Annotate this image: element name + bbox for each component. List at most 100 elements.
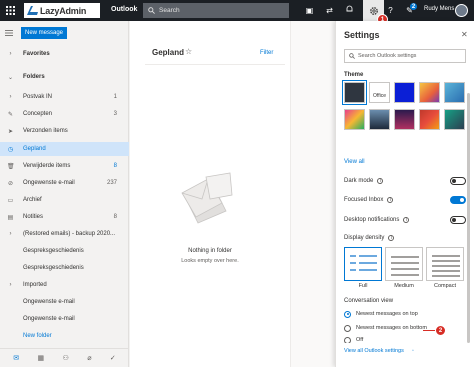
sidebar-item-imported[interactable]: › Imported [0, 279, 129, 291]
logo[interactable]: LazyAdmin [24, 3, 100, 18]
sidebar-item-verzonden[interactable]: ➤ Verzonden items [0, 125, 129, 137]
conversation-option-label: Off [356, 337, 364, 343]
folder-label: (Restored emails) - backup 2020... [23, 231, 116, 237]
calendar-icon[interactable]: ▦ [38, 354, 45, 362]
folder-title: Gepland [152, 48, 185, 57]
focused-inbox-label: Focused Inbox [344, 197, 384, 203]
sidebar-item-postvak-in[interactable]: › Postvak IN 1 [0, 91, 129, 103]
desktop-notifications-toggle[interactable] [450, 216, 466, 224]
user-name[interactable]: Rudy Mens [424, 6, 454, 12]
favorites-label: Favorites [23, 51, 50, 57]
folders-section[interactable]: ⌄ Folders [0, 71, 129, 83]
view-all-outlook-settings-link[interactable]: View all Outlook settings [344, 348, 404, 354]
hamburger-menu-icon[interactable] [5, 29, 13, 37]
theme-rainbow[interactable] [344, 109, 365, 130]
folder-label: Verzonden items [23, 128, 68, 134]
avatar[interactable] [455, 4, 468, 17]
desktop-notifications-label: Desktop notifications [344, 217, 400, 223]
focused-inbox-toggle[interactable] [450, 196, 466, 204]
display-density-label: Display density [344, 235, 385, 241]
send-icon: ➤ [7, 128, 14, 135]
filter-button[interactable]: Filter [260, 50, 273, 56]
sidebar-item-gespreksgeschiedenis-2[interactable]: Gespreksgeschiedenis [0, 262, 129, 274]
conversation-view-label: Conversation view [344, 298, 394, 304]
theme-red[interactable] [419, 109, 440, 130]
top-bar: LazyAdmin Outlook Search ▣ ⇄ 1 ? ✎ 2 Rud… [0, 0, 474, 25]
theme-teal[interactable] [444, 109, 465, 130]
folder-count: 1 [113, 94, 117, 100]
search-input[interactable]: Search [143, 3, 289, 18]
app-launcher-icon[interactable] [0, 0, 21, 21]
new-folder-link[interactable]: New folder [0, 330, 129, 342]
folder-count: 237 [106, 180, 117, 186]
sidebar-item-verwijderde[interactable]: 🗑 Verwijderde items 8 [0, 160, 129, 172]
close-icon[interactable]: ✕ [461, 30, 468, 39]
conversation-option-bottom[interactable]: Newest messages on bottom [344, 323, 466, 333]
view-all-themes-link[interactable]: View all [344, 159, 365, 165]
radio-unselected [344, 324, 351, 332]
theme-dark[interactable] [342, 80, 367, 105]
chevron-right-icon: › [9, 282, 12, 288]
conversation-option-top[interactable]: Newest messages on top [344, 309, 466, 319]
settings-search-placeholder: Search Outlook settings [358, 53, 417, 59]
theme-ocean[interactable] [444, 82, 465, 103]
attachment-icon[interactable]: ⌀ [87, 354, 91, 362]
app-name[interactable]: Outlook [111, 6, 137, 13]
sidebar-item-ongewenste-2[interactable]: Ongewenste e-mail [0, 296, 129, 308]
chevron-down-icon: ⌄ [7, 74, 14, 81]
sidebar-item-restored-emails[interactable]: › (Restored emails) - backup 2020... [0, 228, 129, 240]
density-compact-option[interactable] [426, 247, 464, 281]
conversation-option-off[interactable]: Off [344, 337, 466, 343]
folder-label: Archief [23, 197, 42, 203]
logo-mark-icon [27, 6, 38, 15]
todo-icon[interactable]: ✓ [110, 354, 116, 362]
folder-sidebar: New message › Favorites ⌄ Folders › Post… [0, 21, 129, 367]
theme-office[interactable]: Office [369, 82, 390, 103]
info-icon[interactable]: i [403, 217, 410, 223]
people-icon[interactable]: ⚇ [63, 354, 69, 362]
meet-now-icon[interactable]: ▣ [304, 5, 315, 16]
teams-icon[interactable]: ⇄ [324, 5, 335, 16]
settings-external-icon: ▫ [412, 348, 414, 354]
folder-label: Gepland [23, 146, 46, 152]
info-icon[interactable]: i [388, 235, 395, 241]
theme-blue[interactable] [394, 82, 415, 103]
empty-subtitle: Looks empty over here. [181, 258, 239, 264]
theme-mountain[interactable] [369, 109, 390, 130]
conversation-option-label: Newest messages on bottom [356, 325, 427, 331]
help-icon[interactable]: ? [385, 5, 396, 16]
theme-sunset[interactable] [394, 109, 415, 130]
radio-unselected [344, 337, 351, 343]
density-full-option[interactable] [344, 247, 382, 281]
conversation-option-label: Newest messages on top [356, 311, 418, 317]
folder-count: 8 [113, 163, 117, 169]
info-icon[interactable]: i [387, 197, 394, 203]
new-message-button[interactable]: New message [21, 27, 67, 39]
favorites-section[interactable]: › Favorites [0, 48, 129, 60]
density-medium-option[interactable] [385, 247, 423, 281]
sidebar-item-notities[interactable]: ▤ Notities 8 [0, 211, 129, 223]
settings-search-input[interactable]: Search Outlook settings [344, 49, 466, 63]
dark-mode-label: Dark mode [344, 178, 374, 184]
logo-text: LazyAdmin [40, 5, 87, 16]
folder-label: Verwijderde items [23, 163, 71, 169]
folder-label: Ongewenste e-mail [23, 299, 75, 305]
settings-scrollbar[interactable] [467, 93, 470, 343]
theme-colorful[interactable] [419, 82, 440, 103]
mail-icon[interactable]: ✉ [13, 354, 19, 362]
sidebar-item-gepland[interactable]: ◷ Gepland [0, 142, 129, 156]
sidebar-item-ongewenste-3[interactable]: Ongewenste e-mail [0, 313, 129, 325]
sidebar-item-archief[interactable]: ▭ Archief [0, 194, 129, 206]
favorite-star-icon[interactable]: ☆ [185, 47, 192, 56]
density-compact-label: Compact [433, 283, 456, 289]
message-list: Gepland ☆ Filter Nothing in folder Looks… [130, 21, 290, 367]
density-full-label: Full [358, 283, 368, 289]
settings-panel: Settings ✕ Search Outlook settings Theme… [335, 21, 474, 367]
dark-mode-toggle[interactable] [450, 177, 466, 185]
sidebar-item-gespreksgeschiedenis-1[interactable]: Gespreksgeschiedenis [0, 245, 129, 257]
density-medium-label: Medium [394, 283, 414, 289]
info-icon[interactable]: i [377, 178, 384, 184]
sidebar-item-ongewenste[interactable]: ⊘ Ongewenste e-mail 237 [0, 177, 129, 189]
bell-icon[interactable] [344, 5, 355, 16]
sidebar-item-concepten[interactable]: ✎ Concepten 3 [0, 108, 129, 120]
